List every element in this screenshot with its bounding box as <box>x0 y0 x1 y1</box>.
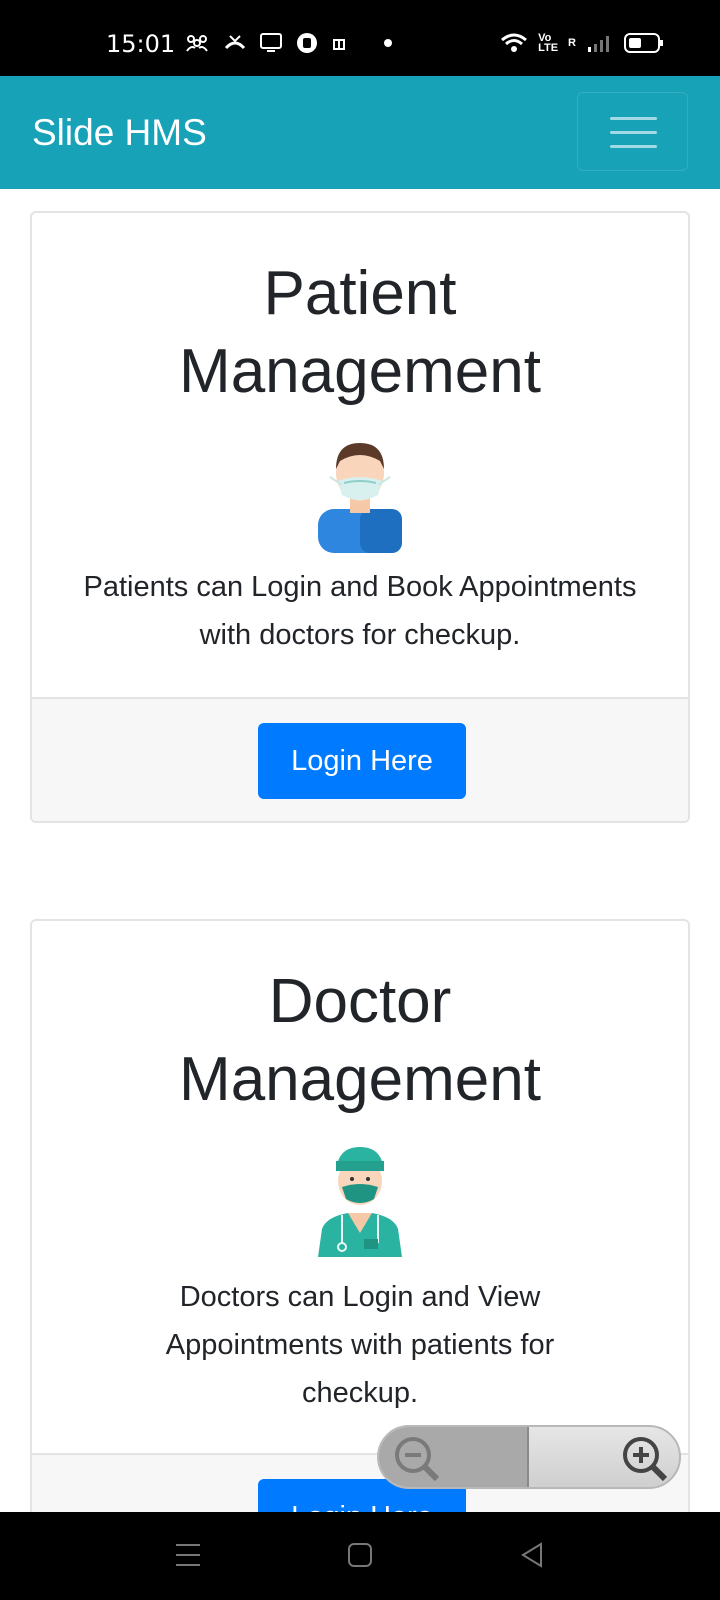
card-body: Patient Management Patients can Login an… <box>32 213 688 697</box>
gift-icon <box>333 39 345 50</box>
zoom-in-button[interactable] <box>529 1427 679 1487</box>
zoom-in-icon <box>623 1437 668 1482</box>
back-icon[interactable] <box>519 1542 545 1568</box>
patient-login-button[interactable]: Login Here <box>258 723 466 799</box>
card-body: Doctor Management Doctors can Login and … <box>32 921 688 1453</box>
zoom-control <box>377 1425 681 1489</box>
card-title: Doctor Management <box>179 967 541 1114</box>
card-description: Patients can Login and Book Appointments… <box>83 571 637 651</box>
screen-icon <box>260 33 282 52</box>
system-navigation-bar <box>0 1512 720 1600</box>
more-notifications-dot <box>384 39 392 47</box>
status-bar: 15:01 Vo LTE R <box>0 0 720 76</box>
patient-avatar-icon <box>318 443 402 553</box>
app-icon <box>297 33 317 53</box>
menu-icon[interactable] <box>175 1542 201 1568</box>
menu-toggle-button[interactable] <box>577 92 688 171</box>
volte-indicator: Vo LTE <box>538 33 559 54</box>
zoom-out-button[interactable] <box>379 1427 529 1487</box>
navbar-brand[interactable]: Slide HMS <box>32 112 207 154</box>
card-description: Doctors can Login and View Appointments … <box>165 1281 555 1409</box>
roaming-label: R <box>568 37 576 49</box>
navbar: Slide HMS <box>0 76 720 189</box>
patient-management-card: Patient Management Patients can Login an… <box>30 211 690 823</box>
doctor-management-card: Doctor Management Doctors can Login and … <box>30 919 690 1600</box>
notification-icons <box>184 32 392 54</box>
card-title: Patient Management <box>179 259 541 406</box>
missed-call-icon <box>224 35 246 50</box>
system-icons: Vo LTE R <box>500 32 664 54</box>
zoom-out-icon <box>395 1437 440 1482</box>
status-time: 15:01 <box>106 30 176 58</box>
battery-icon <box>624 33 663 53</box>
card-footer: Login Here <box>32 697 688 821</box>
wifi-icon <box>501 33 528 52</box>
volte-bottom: LTE <box>538 42 559 54</box>
doctor-avatar-icon <box>318 1147 402 1257</box>
home-icon[interactable] <box>347 1542 373 1568</box>
signal-icon <box>588 36 609 52</box>
group-icon <box>186 35 208 52</box>
